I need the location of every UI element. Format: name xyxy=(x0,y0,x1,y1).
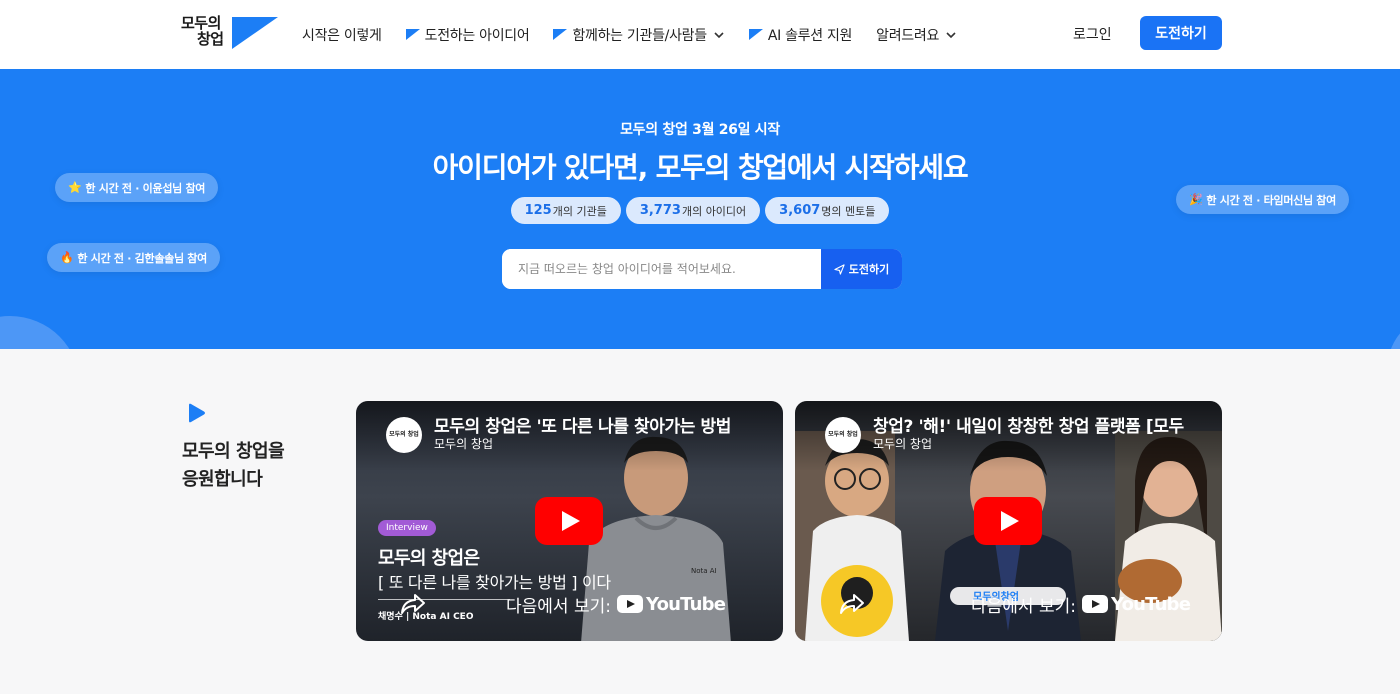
channel-avatar[interactable]: 모두의 창업 xyxy=(825,417,861,453)
support-title: 모두의 창업을 응원합니다 xyxy=(182,441,285,490)
login-link[interactable]: 로그인 xyxy=(1073,24,1112,44)
nav-label: AI 솔루션 지원 xyxy=(767,27,853,44)
chip-text: 한 시간 전 · 타임머신님 참여 xyxy=(1206,193,1336,207)
video-embed-2[interactable]: 모두의창업 모두의 창업 창업? '해!' 내일이 창창한 창업 플랫폼 [모두… xyxy=(795,401,1222,641)
stat-ideas: 3,773 개의 아이디어 xyxy=(625,197,761,224)
video-embed-1[interactable]: Nota AI 모두의 창업 모두의 창업은 '또 다른 나를 찾아가는 방법 … xyxy=(356,401,783,641)
stat-organizations: 125 개의 기관들 xyxy=(510,197,621,224)
chip-text: 한 시간 전 · 이윤섭님 참여 xyxy=(85,181,206,195)
youtube-logo: YouTube xyxy=(616,594,726,615)
play-icon xyxy=(189,403,205,423)
button-label: 도전하기 xyxy=(848,263,890,276)
flag-icon xyxy=(553,29,568,40)
idea-submit-button[interactable]: 도전하기 xyxy=(821,249,902,289)
nav-item-ai-solution[interactable]: AI 솔루션 지원 xyxy=(748,25,853,45)
nav-label: 함께하는 기관들/사람들 xyxy=(572,27,707,44)
stat-mentors: 3,607 명의 멘토들 xyxy=(765,197,890,224)
fire-icon: 🔥 xyxy=(60,251,74,264)
youtube-logo: YouTube xyxy=(1081,594,1191,615)
watch-label: 다음에서 보기: xyxy=(506,596,611,617)
nav-item-ideas[interactable]: 도전하는 아이디어 xyxy=(405,25,530,45)
logo-flag-icon xyxy=(232,17,278,49)
divider xyxy=(378,599,510,600)
send-icon xyxy=(834,263,845,275)
watch-label: 다음에서 보기: xyxy=(971,596,1076,617)
nav-item-how-to-start[interactable]: 시작은 이렇게 xyxy=(302,25,382,45)
channel-avatar[interactable]: 모두의 창업 xyxy=(386,417,422,453)
star-icon: ⭐ xyxy=(68,181,82,194)
party-icon: 🎉 xyxy=(1189,193,1203,206)
watch-on-youtube[interactable]: 다음에서 보기: YouTube xyxy=(971,581,1206,627)
logo-wordmark: 모두의 창업 xyxy=(181,14,224,48)
share-icon[interactable] xyxy=(400,593,426,615)
chevron-down-icon xyxy=(714,31,724,38)
hero-section: 모두의 창업 3월 26일 시작 아이디어가 있다면, 모두의 창업에서 시작하… xyxy=(0,69,1400,349)
site-logo[interactable]: 모두의 창업 xyxy=(181,15,279,51)
watch-on-youtube[interactable]: 다음에서 보기: YouTube xyxy=(506,581,741,627)
idea-input[interactable] xyxy=(502,249,822,289)
nav-item-partners[interactable]: 함께하는 기관들/사람들 xyxy=(553,25,724,45)
decor-circle xyxy=(1388,316,1400,349)
video-channel[interactable]: 모두의 창업 xyxy=(434,435,493,452)
hero-subtitle: 모두의 창업 3월 26일 시작 xyxy=(620,122,780,138)
youtube-play-icon[interactable] xyxy=(974,497,1042,545)
video-channel[interactable]: 모두의 창업 xyxy=(873,435,932,452)
nav-label: 도전하는 아이디어 xyxy=(424,27,530,44)
challenge-button[interactable]: 도전하기 xyxy=(1140,16,1222,50)
site-header: 모두의 창업 시작은 이렇게 도전하는 아이디어 함께하는 기관들/사람들 AI… xyxy=(0,0,1400,69)
youtube-icon xyxy=(1081,595,1108,613)
nav-item-notice[interactable]: 알려드려요 xyxy=(876,25,957,45)
svg-text:Nota AI: Nota AI xyxy=(691,567,717,575)
share-icon[interactable] xyxy=(839,593,865,615)
activity-chip: 🎉 한 시간 전 · 타임머신님 참여 xyxy=(1176,185,1349,214)
main-nav: 시작은 이렇게 도전하는 아이디어 함께하는 기관들/사람들 AI 솔루션 지원… xyxy=(302,0,981,69)
youtube-play-icon[interactable] xyxy=(535,497,603,545)
decor-circle xyxy=(0,316,80,349)
nav-label: 알려드려요 xyxy=(876,27,940,44)
video-title[interactable]: 모두의 창업은 '또 다른 나를 찾아가는 방법 xyxy=(434,412,774,437)
chevron-down-icon xyxy=(946,31,956,38)
video-title[interactable]: 창업? '해!' 내일이 창창한 창업 플랫폼 [모두 xyxy=(873,412,1213,437)
interview-badge: Interview xyxy=(378,520,436,536)
video-overlay-text: 모두의 창업은 xyxy=(378,548,480,569)
nav-label: 시작은 이렇게 xyxy=(302,27,382,44)
activity-chip: ⭐ 한 시간 전 · 이윤섭님 참여 xyxy=(55,173,219,202)
youtube-icon xyxy=(616,595,643,613)
chip-text: 한 시간 전 · 김한솔솔님 참여 xyxy=(77,251,207,265)
activity-chip: 🔥 한 시간 전 · 김한솔솔님 참여 xyxy=(47,243,220,272)
flag-icon xyxy=(405,29,420,40)
idea-search-box: 도전하기 xyxy=(502,249,902,289)
flag-icon xyxy=(748,29,763,40)
